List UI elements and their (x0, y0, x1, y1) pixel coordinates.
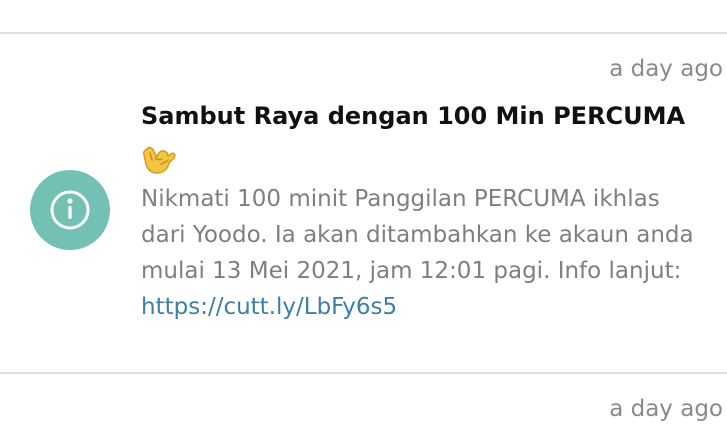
info-icon (30, 170, 110, 250)
notification-body-line: Nikmati 100 minit Panggilan PERCUMA ikhl… (141, 186, 660, 212)
call-me-hand-emoji-icon (140, 140, 178, 178)
notification-body-line: dari Yoodo. Ia akan ditambahkan ke akaun… (141, 222, 694, 248)
notification-title: Sambut Raya dengan 100 Min PERCUMA (141, 102, 686, 130)
notification-timestamp: a day ago (609, 56, 723, 82)
notification-list: a day ago Sambut Raya dengan 100 Min PER… (0, 0, 727, 443)
notification-link[interactable]: https://cutt.ly/LbFy6s5 (141, 292, 397, 322)
notification-divider-bottom (0, 372, 727, 374)
notification-timestamp: a day ago (609, 396, 723, 422)
notification-divider-top (0, 32, 727, 34)
notification-body-line: mulai 13 Mei 2021, jam 12:01 pagi. Info … (141, 258, 682, 284)
